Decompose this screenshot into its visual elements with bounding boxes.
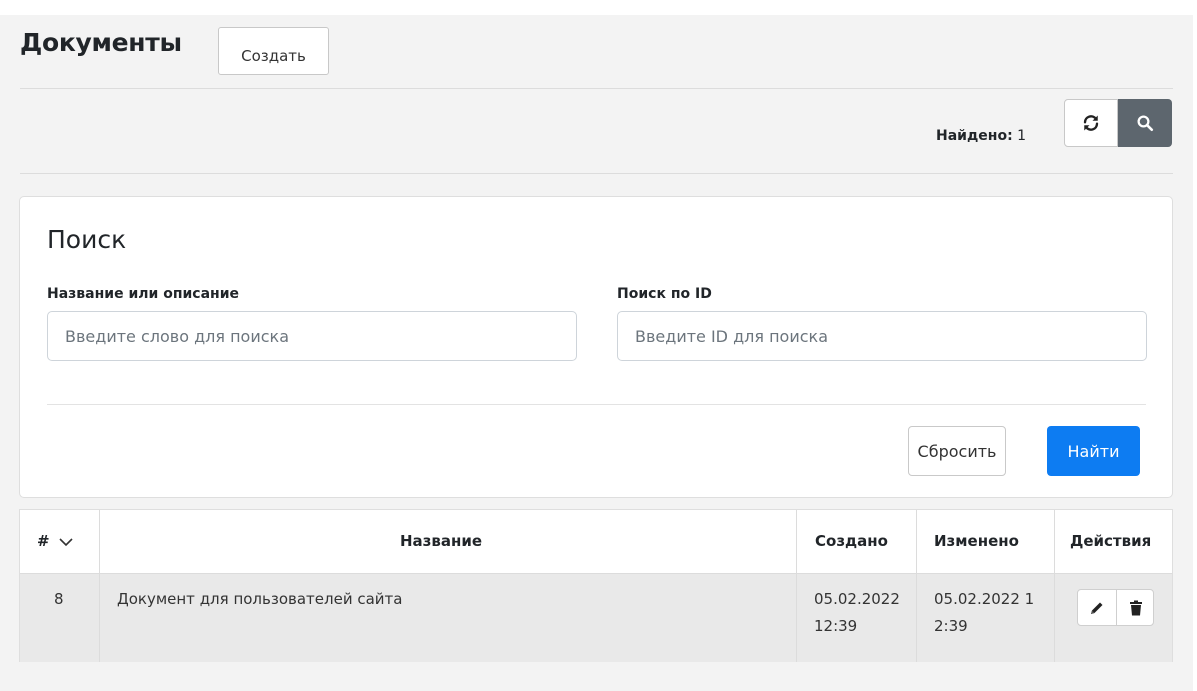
cell-modified-time: 2:39 xyxy=(934,617,968,635)
column-divider xyxy=(99,510,100,662)
cell-modified: 05.02.2022 1 2:39 xyxy=(934,586,1034,640)
delete-button[interactable] xyxy=(1117,590,1155,625)
pencil-icon xyxy=(1091,602,1103,614)
table-header-row: # Название Создано Изменено Действия xyxy=(20,510,1172,573)
column-header-created: Создано xyxy=(815,532,888,550)
card-divider xyxy=(47,404,1146,405)
column-header-name: Название xyxy=(400,532,483,550)
find-button[interactable]: Найти xyxy=(1047,426,1140,476)
documents-page: Документы Создать Найдено: 1 Поиск Назва… xyxy=(0,15,1193,691)
cell-created-date: 05.02.2022 xyxy=(814,590,900,608)
page-title: Документы xyxy=(20,28,182,57)
column-label: # xyxy=(37,532,50,550)
table-row: 8 Документ для пользователей сайта 05.02… xyxy=(20,573,1172,662)
refresh-button[interactable] xyxy=(1064,99,1118,147)
found-label: Найдено: xyxy=(936,128,1013,144)
column-divider xyxy=(1054,510,1055,662)
trash-icon xyxy=(1130,600,1142,615)
search-title: Поиск xyxy=(47,225,127,254)
documents-table: # Название Создано Изменено Действия 8 Д… xyxy=(19,509,1173,662)
cell-modified-date: 05.02.2022 1 xyxy=(934,590,1035,608)
cell-name: Документ для пользователей сайта xyxy=(117,590,403,608)
search-icon xyxy=(1137,115,1154,132)
cell-created-time: 12:39 xyxy=(814,617,858,635)
column-header-id[interactable]: # xyxy=(37,532,73,550)
search-toggle-button[interactable] xyxy=(1118,99,1172,147)
cell-id: 8 xyxy=(54,590,64,608)
column-header-actions: Действия xyxy=(1070,532,1152,550)
column-divider xyxy=(916,510,917,662)
id-field-label: Поиск по ID xyxy=(617,286,712,302)
edit-button[interactable] xyxy=(1078,590,1116,625)
row-actions xyxy=(1077,589,1154,626)
found-count: Найдено: 1 xyxy=(936,128,1026,144)
id-search-input[interactable] xyxy=(617,311,1147,361)
search-card: Поиск Название или описание Поиск по ID … xyxy=(19,196,1173,498)
refresh-icon xyxy=(1083,115,1099,131)
column-divider xyxy=(796,510,797,662)
divider xyxy=(20,88,1173,89)
create-button[interactable]: Создать xyxy=(218,27,329,75)
found-value: 1 xyxy=(1017,128,1027,144)
reset-button[interactable]: Сбросить xyxy=(908,426,1006,476)
divider xyxy=(20,173,1173,174)
chevron-down-icon xyxy=(59,537,73,546)
cell-created: 05.02.2022 12:39 xyxy=(814,586,900,640)
name-field-label: Название или описание xyxy=(47,286,240,302)
name-search-input[interactable] xyxy=(47,311,577,361)
column-header-modified: Изменено xyxy=(934,532,1019,550)
